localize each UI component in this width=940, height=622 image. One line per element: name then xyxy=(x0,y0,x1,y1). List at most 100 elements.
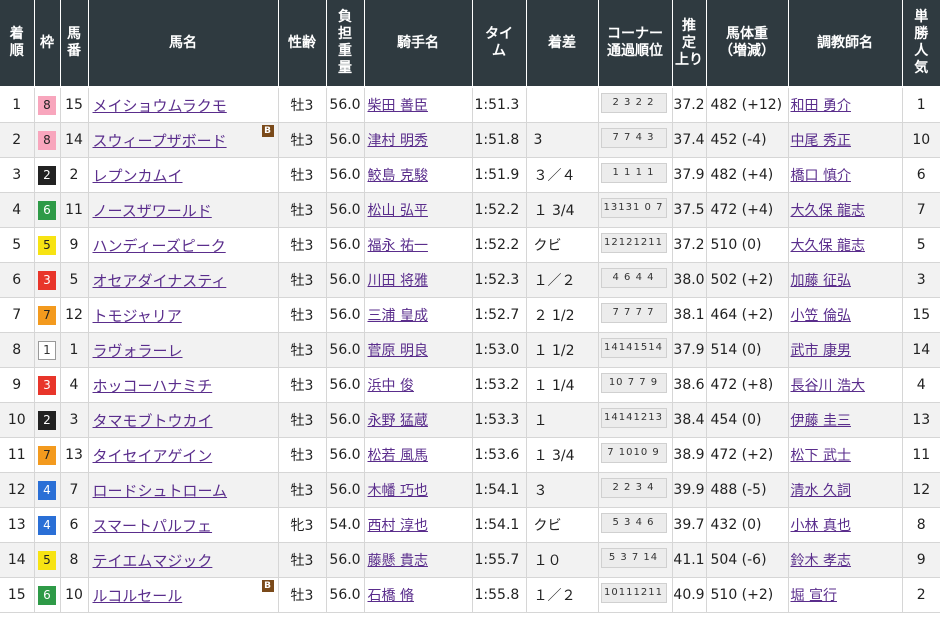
margin-cell: クビ xyxy=(526,227,599,263)
jockey-link[interactable]: 木幡 巧也 xyxy=(368,483,428,499)
umaban-cell: 9 xyxy=(60,227,89,263)
trainer-link[interactable]: 長谷川 浩大 xyxy=(791,378,865,394)
horse-name-link[interactable]: ルコルセール xyxy=(93,587,183,605)
corner-positions: 14141213 xyxy=(600,408,667,428)
popularity-cell: 2 xyxy=(902,577,940,613)
trainer-link[interactable]: 大久保 龍志 xyxy=(791,238,865,254)
rank-cell: 1 xyxy=(0,87,35,123)
popularity-cell: 14 xyxy=(902,332,940,368)
trainer-link[interactable]: 中尾 秀正 xyxy=(791,133,851,149)
table-row: 12 4 7 ロードシュトローム 牡3 56.0 木幡 巧也 1:54.1 ３ 2 2 3 4 39… xyxy=(0,472,940,508)
horse-name-link[interactable]: テイエムマジック xyxy=(93,552,213,570)
load-cell: 56.0 xyxy=(326,122,365,158)
last3f-cell: 38.4 xyxy=(672,402,707,438)
corner-cell: 7 7 7 7 xyxy=(598,297,673,333)
load-cell: 56.0 xyxy=(326,367,365,403)
jockey-link[interactable]: 鮫島 克駿 xyxy=(368,168,428,184)
trainer-link[interactable]: 武市 康男 xyxy=(791,343,851,359)
jockey-link[interactable]: 福永 祐一 xyxy=(368,238,428,254)
jockey-link[interactable]: 藤懸 貴志 xyxy=(368,553,428,569)
jockey-cell: 永野 猛蔵 xyxy=(364,402,473,438)
horse-name-link[interactable]: ロードシュトローム xyxy=(93,482,228,500)
umaban-cell: 1 xyxy=(60,332,89,368)
jockey-link[interactable]: 菅原 明良 xyxy=(368,343,428,359)
corner-positions: 4 6 4 4 xyxy=(600,268,667,288)
waku-badge: 1 xyxy=(38,340,56,360)
jockey-link[interactable]: 柴田 善臣 xyxy=(368,98,428,114)
horse-name-link[interactable]: スマートパルフェ xyxy=(93,517,213,535)
trainer-link[interactable]: 橋口 慎介 xyxy=(791,168,851,184)
margin-cell: ３ xyxy=(526,472,599,508)
umaban-cell: 11 xyxy=(60,192,89,228)
trainer-link[interactable]: 鈴木 孝志 xyxy=(791,553,851,569)
horse-name-link[interactable]: スウィープザボード xyxy=(93,132,227,150)
corner-cell: 7 1010 9 xyxy=(598,437,673,473)
horse-name-link[interactable]: ラヴォラーレ xyxy=(93,342,183,360)
load-cell: 56.0 xyxy=(326,542,365,578)
jockey-link[interactable]: 浜中 俊 xyxy=(368,378,414,394)
time-cell: 1:52.2 xyxy=(472,192,527,228)
jockey-link[interactable]: 西村 淳也 xyxy=(368,518,428,534)
header-line: 単 xyxy=(914,9,929,25)
trainer-link[interactable]: 加藤 征弘 xyxy=(791,273,851,289)
time-cell: 1:51.9 xyxy=(472,157,527,193)
margin-cell: クビ xyxy=(526,507,599,543)
corner-positions: 7 7 4 3 xyxy=(600,128,667,148)
load-cell: 56.0 xyxy=(326,87,365,123)
corner-cell: 2 3 2 2 xyxy=(598,87,673,123)
sexage-cell: 牡3 xyxy=(278,402,327,438)
corner-cell: 14141213 xyxy=(598,402,673,438)
trainer-link[interactable]: 大久保 龍志 xyxy=(791,203,865,219)
jockey-link[interactable]: 松山 弘平 xyxy=(368,203,428,219)
header-line: 定 xyxy=(682,34,696,51)
header-line: 負 xyxy=(338,9,352,25)
horse-name-link[interactable]: ホッコーハナミチ xyxy=(93,377,213,395)
jockey-link[interactable]: 石橋 脩 xyxy=(368,588,414,604)
sexage-cell: 牡3 xyxy=(278,227,327,263)
horse-name-link[interactable]: ハンディーズピーク xyxy=(93,237,226,255)
header-line: 量 xyxy=(338,60,352,76)
jockey-link[interactable]: 川田 将雅 xyxy=(368,273,428,289)
trainer-link[interactable]: 堀 宣行 xyxy=(791,588,837,604)
trainer-link[interactable]: 和田 勇介 xyxy=(791,98,851,114)
horse-cell: ロードシュトローム xyxy=(88,472,279,508)
popularity-cell: 5 xyxy=(902,227,940,263)
horse-name-link[interactable]: トモジャリア xyxy=(93,307,182,325)
load-cell: 56.0 xyxy=(326,192,365,228)
load-cell: 56.0 xyxy=(326,332,365,368)
corner-positions: 7 1010 9 xyxy=(600,443,667,463)
horse-name-link[interactable]: タマモブトウカイ xyxy=(93,412,213,430)
load-cell: 56.0 xyxy=(326,472,365,508)
trainer-link[interactable]: 小笠 倫弘 xyxy=(791,308,851,324)
time-cell: 1:53.6 xyxy=(472,437,527,473)
rank-cell: 4 xyxy=(0,192,35,228)
time-cell: 1:51.8 xyxy=(472,122,527,158)
blinker-icon: B xyxy=(261,125,274,137)
trainer-link[interactable]: 伊藤 圭三 xyxy=(791,413,851,429)
header-line: 騎手名 xyxy=(397,34,439,51)
table-row: 11 7 13 タイセイアゲイン 牡3 56.0 松若 風馬 1:53.6 １ 3/4 7 101… xyxy=(0,437,940,473)
header-jockey: 騎手名 xyxy=(364,0,473,88)
rank-cell: 6 xyxy=(0,262,35,298)
trainer-cell: 鈴木 孝志 xyxy=(788,542,903,578)
trainer-cell: 松下 武士 xyxy=(788,437,903,473)
sexage-cell: 牡3 xyxy=(278,262,327,298)
horse-name-link[interactable]: ノースザワールド xyxy=(93,202,212,220)
horse-name-link[interactable]: オセアダイナスティ xyxy=(93,272,227,290)
trainer-link[interactable]: 小林 真也 xyxy=(791,518,851,534)
jockey-link[interactable]: 津村 明秀 xyxy=(368,133,428,149)
trainer-link[interactable]: 清水 久詞 xyxy=(791,483,851,499)
horse-name-link[interactable]: タイセイアゲイン xyxy=(93,447,213,465)
header-line: 馬体重 xyxy=(726,26,768,42)
jockey-link[interactable]: 永野 猛蔵 xyxy=(368,413,428,429)
sexage-cell: 牡3 xyxy=(278,437,327,473)
trainer-cell: 伊藤 圭三 xyxy=(788,402,903,438)
waku-cell: 3 xyxy=(34,367,61,403)
trainer-link[interactable]: 松下 武士 xyxy=(791,448,851,464)
jockey-link[interactable]: 三浦 皇成 xyxy=(368,308,428,324)
sexage-cell: 牝3 xyxy=(278,507,327,543)
corner-positions: 2 2 3 4 xyxy=(600,478,667,498)
horse-name-link[interactable]: レプンカムイ xyxy=(93,167,183,185)
horse-name-link[interactable]: メイショウムラクモ xyxy=(93,97,227,115)
jockey-link[interactable]: 松若 風馬 xyxy=(368,448,428,464)
